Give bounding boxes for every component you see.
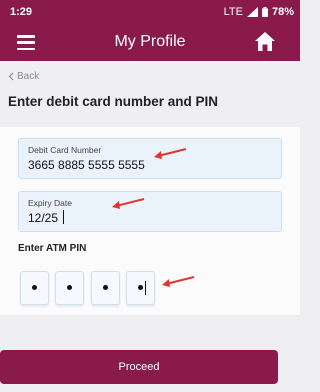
battery-icon <box>261 7 268 17</box>
expiry-date-value: 12/25 <box>28 211 59 225</box>
page-heading: Enter debit card number and PIN <box>8 94 219 109</box>
pin-dot <box>103 285 108 290</box>
expiry-date-field[interactable]: Expiry Date 12/25 <box>18 191 282 232</box>
pin-digit-4[interactable] <box>126 271 155 305</box>
pin-digit-1[interactable] <box>20 271 49 305</box>
battery-level: 78% <box>271 6 294 18</box>
red-arrow-icon <box>112 198 145 209</box>
expiry-date-label: Expiry Date <box>28 198 72 208</box>
status-icons: LTE 78% <box>224 6 294 18</box>
pin-digit-3[interactable] <box>91 271 120 305</box>
back-button[interactable]: Back <box>8 71 39 82</box>
red-arrow-icon <box>154 148 187 159</box>
signal-icon <box>246 7 258 17</box>
home-icon[interactable] <box>254 31 276 52</box>
chevron-left-icon <box>8 72 14 81</box>
card-number-value: 3665 8885 5555 5555 <box>28 158 145 172</box>
network-type: LTE <box>223 6 243 18</box>
proceed-button[interactable]: Proceed <box>0 350 278 384</box>
pin-label: Enter ATM PIN <box>18 243 87 254</box>
status-time: 1:29 <box>10 6 33 18</box>
card-number-field[interactable]: Debit Card Number 3665 8885 5555 5555 <box>18 138 282 179</box>
pin-dot <box>138 285 143 290</box>
pin-dot <box>32 285 37 290</box>
app-bar: My Profile <box>0 24 300 61</box>
pin-digit-2[interactable] <box>55 271 84 305</box>
status-bar: 1:29 LTE 78% <box>0 0 300 24</box>
red-arrow-icon <box>162 276 195 287</box>
card-number-label: Debit Card Number <box>28 145 102 155</box>
text-cursor <box>145 281 146 295</box>
text-cursor <box>63 210 64 224</box>
pin-dot <box>67 285 72 290</box>
back-label: Back <box>17 71 40 82</box>
